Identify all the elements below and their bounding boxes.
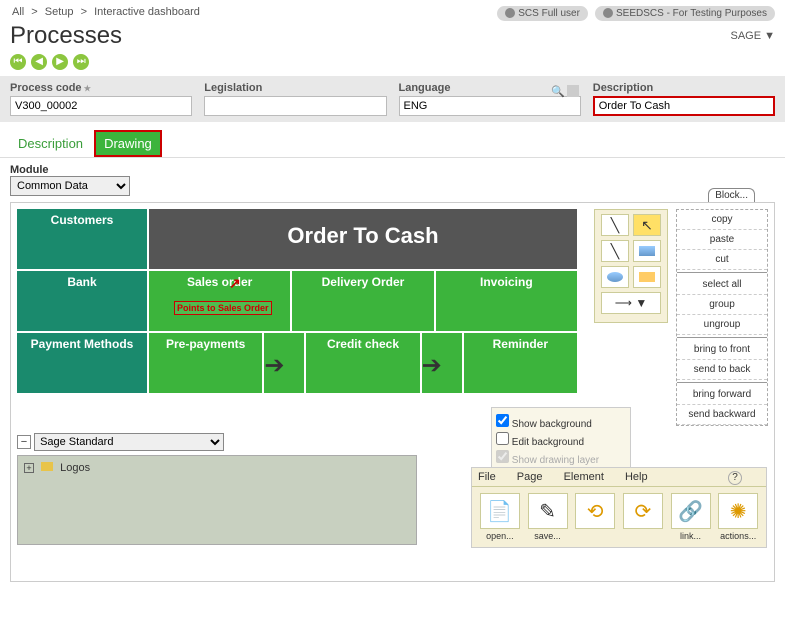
tool-pointer[interactable]: ↖ xyxy=(633,214,661,236)
crumb-setup[interactable]: Setup xyxy=(45,6,74,18)
tool-ellipse[interactable] xyxy=(601,266,629,288)
help-icon[interactable]: ? xyxy=(728,471,742,485)
seed-label: SEEDSCS - For Testing Purposes xyxy=(616,8,767,19)
block-sales-order[interactable]: Sales order ↗ Points to Sales Order xyxy=(149,271,290,331)
ctx-send-back[interactable]: send to back xyxy=(677,360,767,380)
description-label: Description xyxy=(593,82,775,94)
language-input[interactable] xyxy=(399,96,581,116)
gear-icon: ✺ xyxy=(718,493,758,529)
nav-prev-icon[interactable]: ◀ xyxy=(31,54,47,70)
block-title[interactable]: Order To Cash xyxy=(149,209,577,269)
module-label: Module xyxy=(10,164,775,176)
background-options: Show background Edit background Show dra… xyxy=(491,407,631,473)
ctx-group[interactable]: group xyxy=(677,295,767,315)
menu-help[interactable]: Help xyxy=(625,471,648,483)
show-layer-checkbox: Show drawing layer xyxy=(496,450,626,466)
tool-line2[interactable]: ╲ xyxy=(601,240,629,262)
tree-item-logos[interactable]: + Logos xyxy=(24,462,410,474)
process-code-label: Process code xyxy=(10,82,192,94)
description-input[interactable] xyxy=(593,96,775,116)
ctx-ungroup[interactable]: ungroup xyxy=(677,315,767,335)
legislation-label: Legislation xyxy=(204,82,386,94)
process-code-input[interactable] xyxy=(10,96,192,116)
edit-background-checkbox[interactable]: Edit background xyxy=(496,432,626,448)
tab-description[interactable]: Description xyxy=(10,132,91,155)
sage-dropdown[interactable]: SAGE ▼ xyxy=(730,30,775,42)
block-payment-methods[interactable]: Payment Methods xyxy=(17,333,147,393)
ctx-send-backward[interactable]: send backward xyxy=(677,405,767,425)
ctx-copy[interactable]: copy xyxy=(677,210,767,230)
ctx-bring-forward[interactable]: bring forward xyxy=(677,385,767,405)
seed-button[interactable]: SEEDSCS - For Testing Purposes xyxy=(595,6,775,21)
nav-last-icon[interactable]: ⏭ xyxy=(73,54,89,70)
tool-rectangle[interactable] xyxy=(633,240,661,262)
block-button[interactable]: Block... xyxy=(708,188,755,202)
undo-button[interactable]: ⟲ xyxy=(573,493,617,541)
tool-folder[interactable] xyxy=(633,266,661,288)
expand-icon[interactable]: + xyxy=(24,463,34,473)
search-icon[interactable]: 🔍 xyxy=(551,85,565,98)
link-button[interactable]: 🔗link... xyxy=(669,493,713,541)
tool-palette: ╲ ↖ ╲ ⟶ ▼ xyxy=(594,209,668,323)
resource-select[interactable]: Sage Standard xyxy=(34,433,224,451)
menu-file[interactable]: File xyxy=(478,471,496,483)
arrow-icon: ➔ xyxy=(422,333,462,393)
resource-panel: − Sage Standard + Logos xyxy=(17,433,417,545)
annotation-label: Points to Sales Order xyxy=(174,301,272,315)
redo-icon: ⟳ xyxy=(623,493,663,529)
filter-bar: Process code Legislation Language 🔍 Desc… xyxy=(0,76,785,122)
menu-page[interactable]: Page xyxy=(517,471,543,483)
save-button[interactable]: ✎save... xyxy=(526,493,570,541)
bottom-toolbar: File Page Element Help ? 📄open... ✎save.… xyxy=(471,467,767,548)
nav-next-icon[interactable]: ▶ xyxy=(52,54,68,70)
menu-element[interactable]: Element xyxy=(564,471,604,483)
ctx-paste[interactable]: paste xyxy=(677,230,767,250)
tab-drawing[interactable]: Drawing xyxy=(94,130,162,157)
ctx-select-all[interactable]: select all xyxy=(677,275,767,295)
arrow-icon: ➔ xyxy=(264,333,304,393)
page-title: Processes xyxy=(10,22,122,50)
save-icon: ✎ xyxy=(528,493,568,529)
actions-button[interactable]: ✺actions... xyxy=(716,493,760,541)
block-delivery-order[interactable]: Delivery Order xyxy=(292,271,433,331)
drawing-canvas[interactable]: Customers Order To Cash Bank Sales order… xyxy=(10,202,775,582)
block-credit-check[interactable]: Credit check xyxy=(306,333,419,393)
open-icon: 📄 xyxy=(480,493,520,529)
open-button[interactable]: 📄open... xyxy=(478,493,522,541)
context-menu: copy paste cut select all group ungroup … xyxy=(676,209,768,426)
link-icon: 🔗 xyxy=(671,493,711,529)
ctx-cut[interactable]: cut xyxy=(677,250,767,270)
block-pre-payments[interactable]: Pre-payments xyxy=(149,333,262,393)
annotation-arrow-icon: ↗ xyxy=(229,275,241,292)
show-background-checkbox[interactable]: Show background xyxy=(496,414,626,430)
scs-user-label: SCS Full user xyxy=(518,8,580,19)
lang-menu-icon[interactable] xyxy=(567,85,579,97)
scs-user-button[interactable]: SCS Full user xyxy=(497,6,588,21)
module-select[interactable]: Common Data xyxy=(10,176,130,196)
crumb-all[interactable]: All xyxy=(12,6,24,18)
legislation-input[interactable] xyxy=(204,96,386,116)
block-invoicing[interactable]: Invoicing xyxy=(436,271,577,331)
collapse-button[interactable]: − xyxy=(17,435,31,449)
folder-icon xyxy=(41,462,53,471)
undo-icon: ⟲ xyxy=(575,493,615,529)
block-customers[interactable]: Customers xyxy=(17,209,147,269)
crumb-dashboard[interactable]: Interactive dashboard xyxy=(94,6,200,18)
redo-button[interactable]: ⟳ xyxy=(621,493,665,541)
tool-connector[interactable]: ⟶ ▼ xyxy=(601,292,661,314)
tool-line[interactable]: ╲ xyxy=(601,214,629,236)
nav-first-icon[interactable]: ⏮ xyxy=(10,54,26,70)
resource-tree[interactable]: + Logos xyxy=(17,455,417,545)
block-bank[interactable]: Bank xyxy=(17,271,147,331)
block-reminder[interactable]: Reminder xyxy=(464,333,577,393)
ctx-bring-front[interactable]: bring to front xyxy=(677,340,767,360)
